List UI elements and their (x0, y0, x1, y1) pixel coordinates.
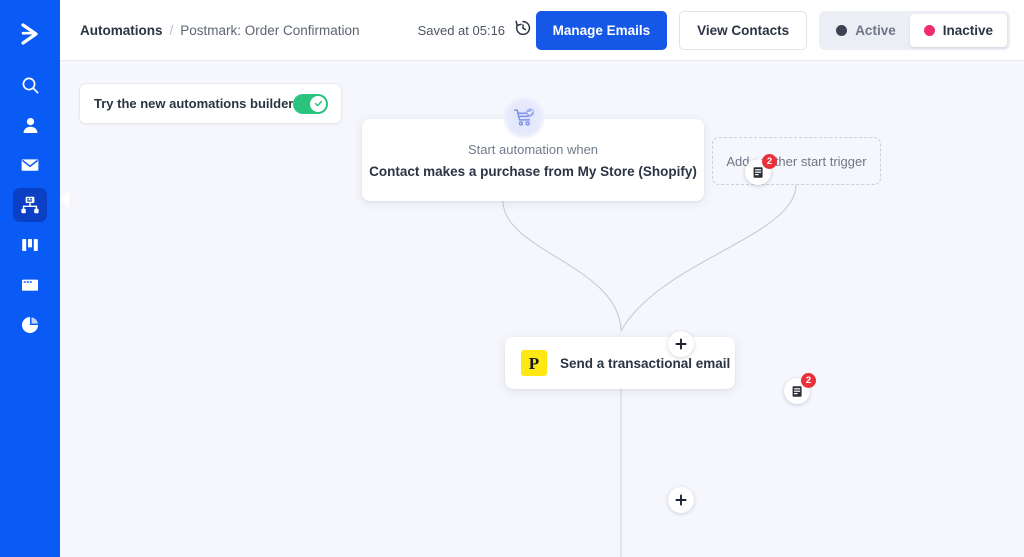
saved-at-label: Saved at 05:16 (417, 22, 506, 38)
status-active-option[interactable]: Active (822, 14, 910, 47)
add-step-button-top[interactable] (668, 331, 694, 357)
shopping-cart-check-icon (503, 97, 545, 139)
browser-icon (20, 275, 40, 295)
add-another-start-trigger-button[interactable]: Add another start trigger (712, 137, 881, 185)
save-status: Saved at 05:16 (418, 19, 532, 42)
new-builder-toggle-label: Try the new automations builder (94, 96, 294, 111)
chevron-logo-icon[interactable] (8, 12, 52, 56)
start-trigger-subtitle: Start automation when (467, 141, 599, 157)
action-node-badge-count: 2 (801, 373, 816, 388)
sidebar-item-contacts[interactable] (13, 108, 47, 142)
breadcrumb: Automations / Postmark: Order Confirmati… (80, 23, 360, 38)
inactive-status-dot (923, 24, 935, 36)
history-clock-icon[interactable] (514, 19, 532, 42)
plus-icon (675, 338, 687, 350)
primary-sidebar (0, 0, 60, 557)
start-trigger-title: Contact makes a purchase from My Store (… (369, 163, 697, 179)
notes-icon (792, 385, 802, 397)
postmark-logo-icon: P (521, 350, 547, 376)
sidebar-item-reports[interactable] (13, 308, 47, 342)
start-trigger-notes-badge[interactable]: 2 (745, 154, 777, 185)
columns-icon (20, 235, 40, 255)
envelope-icon (20, 155, 40, 175)
sidebar-item-campaigns[interactable] (13, 148, 47, 182)
notes-icon (753, 166, 763, 178)
automation-builder-page: Automations / Postmark: Order Confirmati… (0, 0, 1024, 557)
automation-canvas[interactable]: Try the new automations builder Start au… (60, 61, 1024, 557)
status-inactive-option[interactable]: Inactive (909, 13, 1007, 47)
automations-icon (20, 195, 40, 215)
sidebar-item-pages[interactable] (13, 268, 47, 302)
check-icon (314, 100, 322, 107)
new-builder-toggle-banner[interactable]: Try the new automations builder (79, 83, 342, 124)
top-bar-actions: Manage Emails View Contacts Active Inact… (535, 10, 1010, 50)
sidebar-item-deals[interactable] (13, 228, 47, 262)
send-transactional-email-node[interactable]: P Send a transactional email (505, 337, 735, 389)
breadcrumb-separator: / (169, 22, 174, 38)
manage-emails-button[interactable]: Manage Emails (535, 10, 668, 50)
status-toggle-group: Active Inactive (819, 10, 1010, 50)
main-column: Automations / Postmark: Order Confirmati… (60, 0, 1024, 557)
breadcrumb-current: Postmark: Order Confirmation (180, 22, 360, 38)
active-status-dot (836, 24, 848, 36)
pie-chart-icon (20, 315, 40, 335)
start-trigger-badge-count: 2 (762, 154, 777, 169)
add-step-button-bottom[interactable] (668, 487, 694, 513)
breadcrumb-root-link[interactable]: Automations (80, 23, 163, 38)
action-node-notes-badge[interactable]: 2 (784, 373, 816, 404)
top-bar: Automations / Postmark: Order Confirmati… (60, 0, 1024, 61)
sidebar-active-pointer (60, 190, 69, 208)
sidebar-item-search[interactable] (13, 68, 47, 102)
new-builder-switch[interactable] (293, 93, 329, 114)
search-icon (21, 76, 40, 95)
person-icon (21, 116, 40, 135)
plus-icon (675, 494, 687, 506)
sidebar-item-automations[interactable] (13, 188, 47, 222)
view-contacts-button[interactable]: View Contacts (679, 10, 808, 50)
status-active-label: Active (855, 22, 896, 38)
send-transactional-email-label: Send a transactional email (560, 355, 731, 371)
status-inactive-label: Inactive (942, 22, 993, 38)
switch-knob (310, 95, 327, 112)
